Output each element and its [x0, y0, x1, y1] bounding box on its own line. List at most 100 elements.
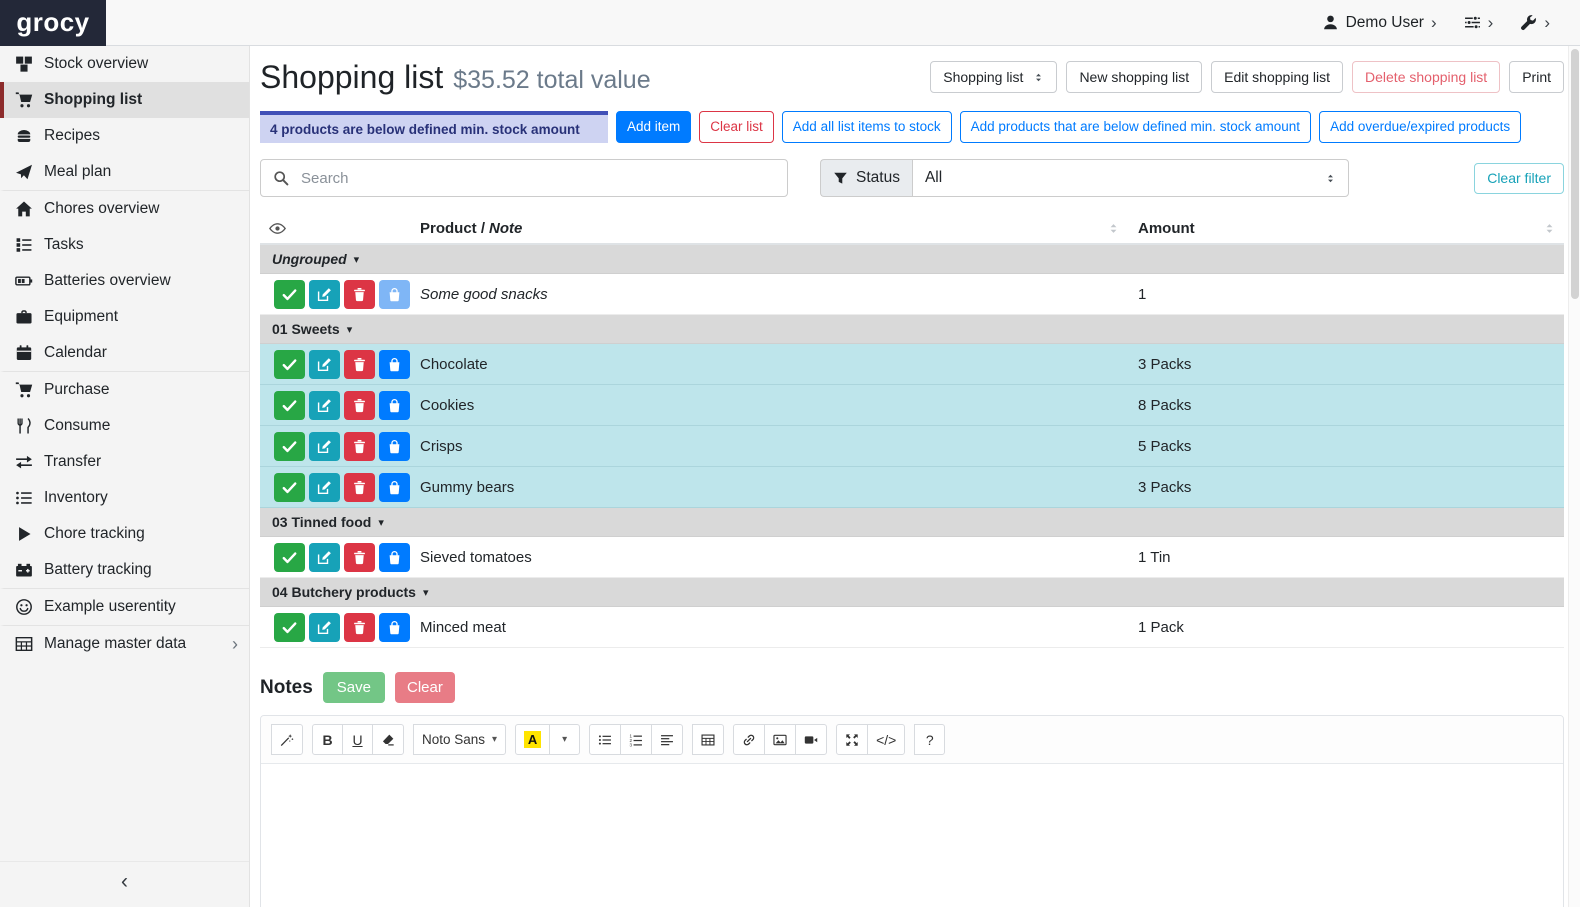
edit-shopping-list-button[interactable]: Edit shopping list: [1211, 61, 1343, 93]
delete-item-button[interactable]: [344, 613, 375, 642]
search-input[interactable]: [260, 159, 788, 197]
min-stock-alert[interactable]: 4 products are below defined min. stock …: [260, 111, 608, 143]
group-header-tinned-food[interactable]: 03 Tinned food ▾: [260, 508, 1564, 537]
sidebar-item-label: Manage master data: [44, 635, 186, 653]
edit-item-button[interactable]: [309, 543, 340, 572]
sidebar-item-tasks[interactable]: Tasks: [0, 227, 249, 263]
delete-item-button[interactable]: [344, 543, 375, 572]
sidebar-item-transfer[interactable]: Transfer: [0, 444, 249, 480]
code-view-button[interactable]: </>: [867, 724, 905, 755]
sidebar-item-recipes[interactable]: Recipes: [0, 118, 249, 154]
sidebar-item-meal-plan[interactable]: Meal plan: [0, 154, 249, 190]
clear-notes-button[interactable]: Clear: [395, 672, 455, 703]
sidebar-item-equipment[interactable]: Equipment: [0, 299, 249, 335]
delete-item-button[interactable]: [344, 473, 375, 502]
sidebar-item-batteries-overview[interactable]: Batteries overview: [0, 263, 249, 299]
group-header-sweets[interactable]: 01 Sweets ▾: [260, 315, 1564, 344]
add-all-to-stock-button[interactable]: Add all list items to stock: [782, 111, 952, 143]
clear-filter-button[interactable]: Clear filter: [1474, 163, 1564, 194]
sidebar-item-consume[interactable]: Consume: [0, 408, 249, 444]
edit-item-button[interactable]: [309, 473, 340, 502]
sidebar-item-calendar[interactable]: Calendar: [0, 335, 249, 371]
shopping-list-select[interactable]: Shopping list: [930, 61, 1057, 93]
highlight-color-button[interactable]: A: [515, 724, 550, 755]
add-to-stock-button[interactable]: [379, 613, 410, 642]
delete-item-button[interactable]: [344, 391, 375, 420]
fullscreen-button[interactable]: [836, 724, 868, 755]
underline-button[interactable]: U: [342, 724, 373, 755]
mark-done-button[interactable]: [274, 432, 305, 461]
highlight-color-dropdown[interactable]: ▾: [549, 724, 580, 755]
edit-item-button[interactable]: [309, 613, 340, 642]
editor-content[interactable]: [261, 764, 1563, 907]
clear-format-button[interactable]: [372, 724, 404, 755]
font-family-button[interactable]: Noto Sans ▾: [413, 724, 506, 755]
insert-link-button[interactable]: [733, 724, 765, 755]
scrollbar-thumb[interactable]: [1571, 49, 1579, 299]
paragraph-button[interactable]: [651, 724, 683, 755]
user-menu[interactable]: Demo User ›: [1322, 14, 1437, 32]
sidebar-item-manage-master-data[interactable]: Manage master data ›: [0, 625, 249, 662]
help-button[interactable]: ?: [914, 724, 945, 755]
add-to-stock-button[interactable]: [379, 280, 410, 309]
edit-item-button[interactable]: [309, 350, 340, 379]
sidebar-item-battery-tracking[interactable]: Battery tracking: [0, 552, 249, 588]
mark-done-button[interactable]: [274, 473, 305, 502]
ordered-list-button[interactable]: [620, 724, 652, 755]
delete-shopping-list-button[interactable]: Delete shopping list: [1352, 61, 1500, 93]
product-note: Some good snacks: [410, 286, 1128, 303]
print-button[interactable]: Print: [1509, 61, 1564, 93]
sort-icon[interactable]: [1107, 222, 1120, 235]
delete-item-button[interactable]: [344, 280, 375, 309]
sidebar-item-chores-overview[interactable]: Chores overview: [0, 190, 249, 227]
delete-item-button[interactable]: [344, 432, 375, 461]
sidebar-item-stock-overview[interactable]: Stock overview: [0, 46, 249, 82]
insert-video-button[interactable]: [795, 724, 827, 755]
sidebar-item-label: Consume: [44, 417, 110, 435]
amount-column-header[interactable]: Amount: [1128, 220, 1564, 237]
amount-header-text: Amount: [1138, 220, 1195, 237]
insert-table-button[interactable]: [692, 724, 724, 755]
add-to-stock-button[interactable]: [379, 432, 410, 461]
delete-item-button[interactable]: [344, 350, 375, 379]
edit-item-button[interactable]: [309, 432, 340, 461]
eye-icon[interactable]: [269, 220, 286, 237]
sort-icon[interactable]: [1543, 222, 1556, 235]
sidebar-item-purchase[interactable]: Purchase: [0, 371, 249, 408]
add-to-stock-button[interactable]: [379, 543, 410, 572]
mark-done-button[interactable]: [274, 280, 305, 309]
save-notes-button[interactable]: Save: [323, 672, 385, 703]
scrollbar[interactable]: [1568, 46, 1580, 907]
sidebar-item-chore-tracking[interactable]: Chore tracking: [0, 516, 249, 552]
sidebar-item-inventory[interactable]: Inventory: [0, 480, 249, 516]
mark-done-button[interactable]: [274, 613, 305, 642]
group-header-ungrouped[interactable]: Ungrouped ▾: [260, 245, 1564, 274]
settings-menu[interactable]: ›: [1464, 14, 1494, 31]
insert-picture-button[interactable]: [764, 724, 796, 755]
sidebar-item-shopping-list[interactable]: Shopping list: [0, 82, 249, 118]
status-filter-select[interactable]: All: [912, 159, 1349, 197]
sidebar-collapse-button[interactable]: ‹: [0, 861, 249, 901]
sidebar-item-example-userentity[interactable]: Example userentity: [0, 588, 249, 625]
add-below-min-stock-button[interactable]: Add products that are below defined min.…: [960, 111, 1311, 143]
burger-icon: [15, 127, 33, 145]
mark-done-button[interactable]: [274, 350, 305, 379]
group-header-butchery-products[interactable]: 04 Butchery products ▾: [260, 578, 1564, 607]
unordered-list-button[interactable]: [589, 724, 621, 755]
add-overdue-button[interactable]: Add overdue/expired products: [1319, 111, 1521, 143]
add-to-stock-button[interactable]: [379, 391, 410, 420]
admin-menu[interactable]: ›: [1520, 14, 1550, 31]
magic-style-button[interactable]: [271, 724, 303, 755]
add-to-stock-button[interactable]: [379, 350, 410, 379]
add-item-button[interactable]: Add item: [616, 111, 691, 143]
clear-list-button[interactable]: Clear list: [699, 111, 774, 143]
bold-button[interactable]: B: [312, 724, 343, 755]
edit-item-button[interactable]: [309, 280, 340, 309]
trash-icon: [352, 398, 367, 413]
product-column-header[interactable]: Product / Note: [410, 220, 1128, 237]
edit-item-button[interactable]: [309, 391, 340, 420]
add-to-stock-button[interactable]: [379, 473, 410, 502]
mark-done-button[interactable]: [274, 391, 305, 420]
new-shopping-list-button[interactable]: New shopping list: [1066, 61, 1202, 93]
mark-done-button[interactable]: [274, 543, 305, 572]
